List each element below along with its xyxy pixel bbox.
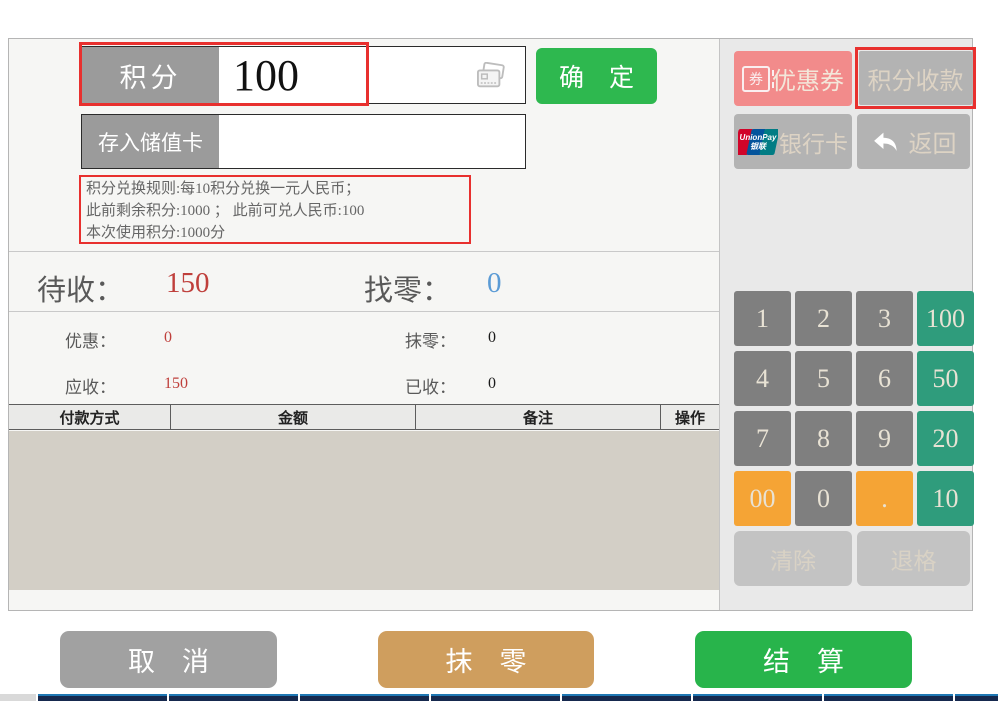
deposit-field: 存入储值卡 — [81, 114, 526, 169]
payment-table-body — [9, 431, 719, 590]
key-1[interactable]: 1 — [734, 291, 791, 346]
key-00[interactable]: 00 — [734, 471, 791, 526]
taskbar-segment — [955, 694, 998, 701]
payment-window: 积分 100 确 定 存入储值卡 积分兑换规则:每10积 — [8, 38, 973, 611]
pending-value: 150 — [166, 267, 210, 300]
key-50[interactable]: 50 — [917, 351, 974, 406]
receivable-value: 150 — [164, 375, 188, 393]
divider — [9, 311, 719, 312]
header-operation: 操作 — [661, 405, 719, 429]
key-5[interactable]: 5 — [795, 351, 852, 406]
change-label: 找零： — [364, 267, 451, 309]
divider — [9, 251, 719, 252]
taskbar-segment — [300, 694, 429, 701]
received-value: 0 — [488, 375, 496, 393]
discount-value: 0 — [164, 329, 172, 347]
key-10[interactable]: 10 — [917, 471, 974, 526]
rules-line-1: 积分兑换规则:每10积分兑换一元人民币； — [86, 178, 464, 200]
key-20[interactable]: 20 — [917, 411, 974, 466]
numeric-keypad: 1 2 3 100 4 5 6 50 7 8 9 20 00 0 . 10 — [734, 291, 974, 526]
key-9[interactable]: 9 — [856, 411, 913, 466]
coupon-ticket-icon: 券 — [742, 66, 770, 92]
rules-line-3: 本次使用积分:1000分 — [86, 222, 464, 244]
taskbar-segment — [824, 694, 953, 701]
deposit-input[interactable] — [219, 115, 525, 168]
points-field: 积分 100 — [81, 46, 526, 104]
confirm-button[interactable]: 确 定 — [536, 48, 657, 104]
rounding-value: 0 — [488, 329, 496, 347]
key-100[interactable]: 100 — [917, 291, 974, 346]
points-pay-button[interactable]: 积分收款 — [859, 51, 972, 105]
key-4[interactable]: 4 — [734, 351, 791, 406]
right-panel: 券 优惠券 积分收款 UnionPay银联 银行卡 返回 — [719, 39, 972, 610]
rules-line-2: 此前剩余积分:1000 ； 此前可兑人民币:100 — [86, 200, 464, 222]
taskbar-segment — [431, 694, 560, 701]
discount-label: 优惠： — [65, 327, 116, 352]
unionpay-icon: UnionPay银联 — [738, 129, 778, 155]
key-3[interactable]: 3 — [856, 291, 913, 346]
header-remark: 备注 — [416, 405, 661, 429]
bank-card-button[interactable]: UnionPay银联 银行卡 — [734, 114, 852, 169]
key-8[interactable]: 8 — [795, 411, 852, 466]
taskbar-segment — [562, 694, 691, 701]
backspace-button[interactable]: 退格 — [857, 531, 970, 586]
receivable-label: 应收： — [65, 373, 116, 398]
pos-payment-screen: 积分 100 确 定 存入储值卡 积分兑换规则:每10积 — [0, 0, 998, 701]
received-label: 已收： — [405, 373, 456, 398]
settle-button[interactable]: 结 算 — [695, 631, 912, 688]
pending-label: 待收： — [37, 267, 124, 309]
bottom-taskbar — [0, 693, 998, 701]
key-7[interactable]: 7 — [734, 411, 791, 466]
card-icon[interactable] — [475, 62, 507, 95]
back-label: 返回 — [909, 124, 957, 159]
deposit-label: 存入储值卡 — [82, 115, 219, 168]
cancel-button[interactable]: 取 消 — [60, 631, 277, 688]
summary-discount-row: 优惠： 0 抹零： 0 — [9, 327, 719, 349]
back-button[interactable]: 返回 — [857, 114, 970, 169]
coupon-button[interactable]: 券 优惠券 — [734, 51, 852, 106]
summary-main-row: 待收： 150 找零： 0 — [9, 261, 719, 305]
back-arrow-icon — [871, 130, 899, 154]
bank-card-label: 银行卡 — [779, 125, 848, 159]
coupon-label: 优惠券 — [772, 61, 844, 96]
key-2[interactable]: 2 — [795, 291, 852, 346]
taskbar-segment — [693, 694, 822, 701]
rounding-label: 抹零： — [405, 327, 456, 352]
round-off-button[interactable]: 抹 零 — [378, 631, 594, 688]
key-dot[interactable]: . — [856, 471, 913, 526]
key-6[interactable]: 6 — [856, 351, 913, 406]
change-value: 0 — [487, 267, 502, 300]
points-rules-box: 积分兑换规则:每10积分兑换一元人民币； 此前剩余积分:1000 ； 此前可兑人… — [79, 175, 471, 244]
taskbar-corner — [0, 694, 36, 701]
points-label: 积分 — [82, 47, 219, 103]
summary-receivable-row: 应收： 150 已收： 0 — [9, 373, 719, 395]
key-0[interactable]: 0 — [795, 471, 852, 526]
clear-button[interactable]: 清除 — [734, 531, 852, 586]
payment-table-header: 付款方式 金额 备注 操作 — [9, 404, 719, 430]
points-pay-highlight-frame: 积分收款 — [855, 47, 976, 109]
header-payment-method: 付款方式 — [9, 405, 171, 429]
header-amount: 金额 — [171, 405, 416, 429]
taskbar-segment — [169, 694, 298, 701]
taskbar-segment — [38, 694, 167, 701]
